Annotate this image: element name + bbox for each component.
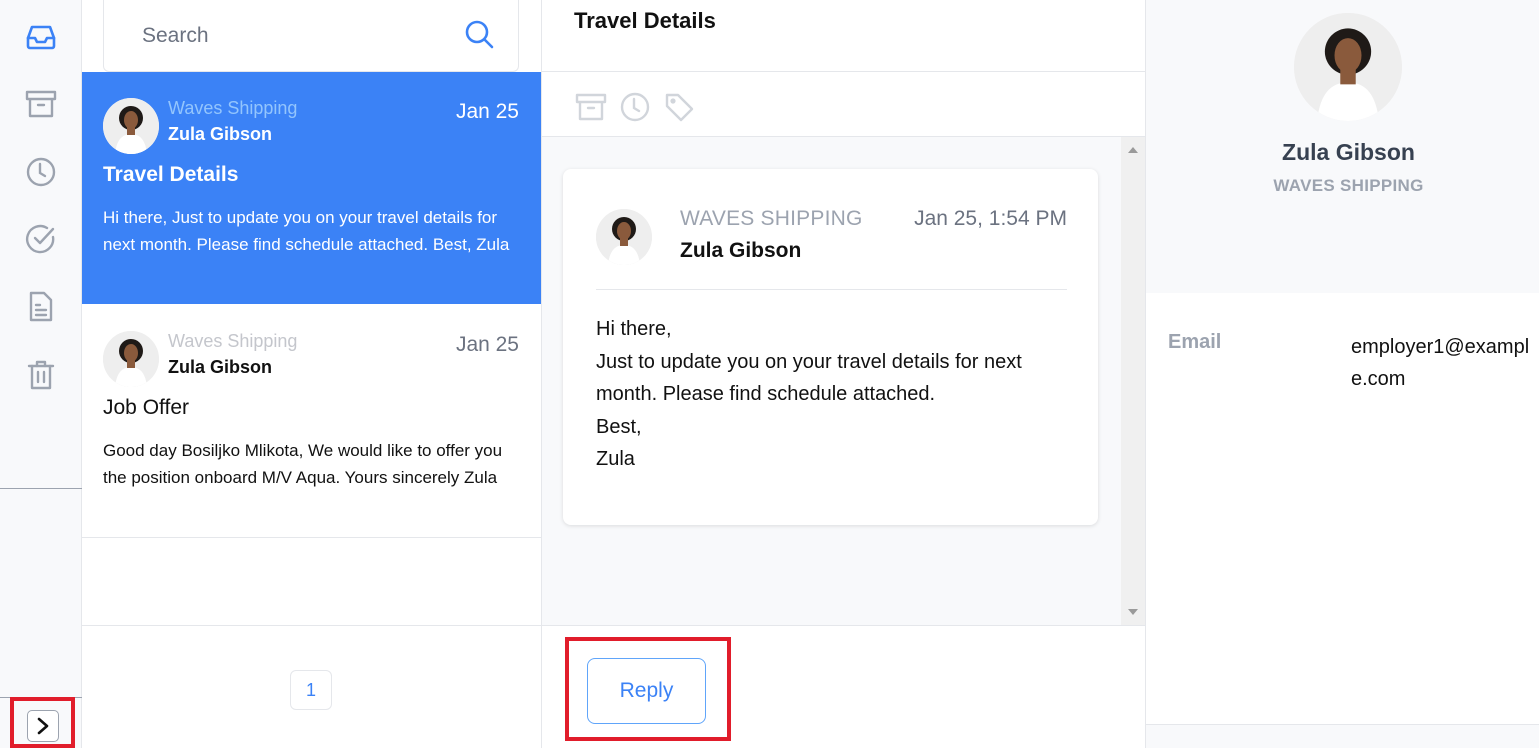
reply-button[interactable]: Reply [587, 658, 706, 724]
scrollbar[interactable] [1121, 137, 1145, 625]
message-subject: Job Offer [103, 396, 189, 419]
contact-footer [1146, 724, 1539, 748]
avatar [103, 98, 159, 154]
divider [542, 71, 1146, 72]
email-body: Hi there, Just to update you on your tra… [596, 313, 1076, 476]
sidebar-item-drafts[interactable] [24, 290, 58, 324]
check-circle-icon [26, 224, 55, 254]
tag-button[interactable] [660, 88, 698, 126]
email-body-line: Zula [596, 448, 635, 470]
document-icon [29, 291, 53, 322]
divider [542, 625, 1146, 626]
contact-company: WAVES SHIPPING [1273, 176, 1424, 195]
clock-icon [620, 92, 650, 122]
contact-header: Zula Gibson WAVES SHIPPING [1146, 0, 1539, 293]
email-scroll-area: WAVES SHIPPING Zula Gibson Jan 25, 1:54 … [542, 137, 1145, 625]
message-subject: Travel Details [103, 163, 239, 186]
email-card: WAVES SHIPPING Zula Gibson Jan 25, 1:54 … [563, 169, 1098, 525]
search-box [103, 0, 519, 72]
divider [82, 537, 541, 538]
sidebar-divider [0, 488, 82, 489]
reading-pane: Travel Details WAVES SHIPPING Zula Gibso… [542, 0, 1146, 748]
sender-company: WAVES SHIPPING [680, 207, 863, 230]
message-preview: Good day Bosiljko Mlikota, We would like… [103, 441, 503, 487]
contact-name: Zula Gibson [1282, 139, 1415, 165]
avatar [103, 331, 159, 387]
message-date: Jan 25 [455, 333, 519, 356]
email-body-line: Hi there, [596, 318, 672, 340]
mail-app: Waves Shipping Zula Gibson Jan 25 Travel… [0, 0, 1539, 748]
sender-name: Zula Gibson [168, 357, 273, 377]
sidebar-item-trash[interactable] [24, 358, 58, 392]
chevron-right-icon [37, 717, 49, 735]
search-icon[interactable] [464, 9, 494, 54]
archive-button[interactable] [572, 88, 610, 126]
scroll-down-arrow-icon[interactable] [1128, 609, 1138, 615]
sidebar-item-snoozed[interactable] [24, 155, 58, 189]
sender-company: Waves Shipping [168, 98, 298, 118]
scroll-up-arrow-icon[interactable] [1128, 147, 1138, 153]
message-preview: Hi there, Just to update you on your tra… [103, 208, 510, 254]
sidebar [0, 0, 82, 748]
sidebar-item-done[interactable] [24, 222, 58, 256]
tag-icon [665, 93, 694, 122]
list-item[interactable]: Waves Shipping Zula Gibson Jan 25 Travel… [82, 72, 541, 304]
archive-icon [575, 93, 607, 121]
email-value[interactable]: employer1@example.com [1351, 331, 1531, 395]
email-datetime: Jan 25, 1:54 PM [914, 207, 1067, 230]
email-label: Email [1168, 331, 1222, 353]
email-body-line: Best, [596, 415, 642, 438]
clock-icon [26, 157, 56, 187]
archive-icon [25, 90, 57, 118]
trash-icon [27, 360, 55, 390]
message-list: Waves Shipping Zula Gibson Jan 25 Travel… [82, 0, 542, 748]
contact-panel: Zula Gibson WAVES SHIPPING Email employe… [1146, 0, 1539, 748]
search-input[interactable] [142, 14, 464, 48]
avatar [596, 209, 652, 265]
email-subject-title: Travel Details [574, 8, 716, 33]
email-toolbar [572, 88, 698, 126]
pagination-page-button[interactable]: 1 [290, 670, 332, 710]
message-date: Jan 25 [455, 100, 519, 123]
divider [596, 289, 1067, 290]
sender-name: Zula Gibson [168, 124, 273, 144]
list-item[interactable]: Waves Shipping Zula Gibson Jan 25 Job Of… [82, 305, 541, 537]
snooze-button[interactable] [616, 88, 654, 126]
inbox-icon [26, 25, 56, 50]
contact-avatar [1294, 13, 1402, 121]
expand-sidebar-button[interactable] [27, 710, 59, 742]
sender-name: Zula Gibson [680, 239, 802, 262]
sidebar-item-inbox[interactable] [24, 20, 58, 54]
email-body-line: Just to update you on your travel detail… [596, 350, 1022, 406]
sidebar-item-archive[interactable] [24, 87, 58, 121]
divider [82, 625, 541, 626]
sidebar-divider [0, 697, 82, 698]
sender-company: Waves Shipping [168, 331, 298, 351]
